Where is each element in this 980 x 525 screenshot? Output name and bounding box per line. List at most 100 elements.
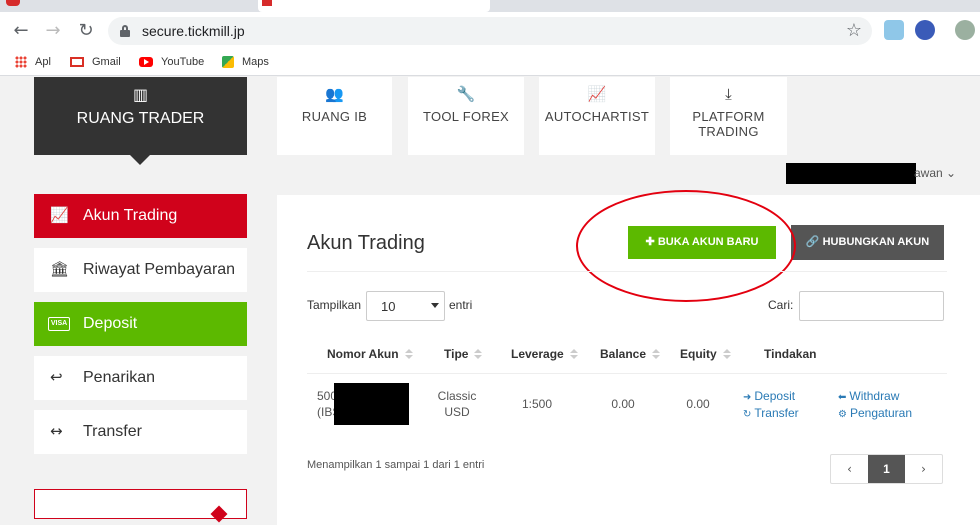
redacted-account xyxy=(334,383,409,425)
link-account-button[interactable]: 🔗 HUBUNGKAN AKUN xyxy=(791,225,944,260)
col-header-tindakan: Tindakan xyxy=(764,347,817,361)
col-header-balance[interactable]: Balance xyxy=(600,347,661,361)
nav-ruang-trader[interactable]: ▥ RUANG TRADER xyxy=(34,77,247,165)
wrench-icon: 🔧 xyxy=(456,85,476,103)
row-divider xyxy=(307,373,947,374)
page-content: ▥ RUANG TRADER 👥 RUANG IB 🔧 TOOL FOREX 📈… xyxy=(0,77,980,525)
bank-icon: 🏛 xyxy=(50,260,70,278)
browser-tab[interactable] xyxy=(258,0,490,12)
action-withdraw[interactable]: ⬅ Withdraw xyxy=(838,388,899,406)
tab-favicon xyxy=(262,0,272,6)
reply-icon: ↩ xyxy=(50,368,63,386)
current-page-button[interactable]: 1 xyxy=(868,455,905,483)
nav-platform-trading[interactable]: ⤓ PLATFORM TRADING xyxy=(670,77,787,155)
bar-chart-icon: ▥ xyxy=(132,85,149,104)
account-icon[interactable] xyxy=(915,20,935,40)
action-deposit[interactable]: ➜ Deposit xyxy=(743,388,795,406)
sidebar-item-label: Penarikan xyxy=(83,369,156,386)
nav-autochartist[interactable]: 📈 AUTOCHARTIST xyxy=(539,77,655,155)
sidebar-item-label: Deposit xyxy=(83,315,138,332)
users-icon: 👥 xyxy=(325,85,344,103)
action-transfer[interactable]: ↻ Transfer xyxy=(743,405,799,423)
search-label: Cari: xyxy=(768,298,794,312)
sidebar-item-label: Riwayat Pembayaran xyxy=(83,261,236,278)
profile-avatar[interactable] xyxy=(955,20,975,40)
maps-icon xyxy=(222,56,234,69)
arrow-right-circle-icon: ➜ xyxy=(743,392,752,403)
account-type: Classic USD xyxy=(437,389,477,419)
sidebar-item-deposit[interactable]: VISA Deposit xyxy=(34,302,247,346)
visa-card-icon: VISA xyxy=(48,317,70,331)
bookmark-maps[interactable]: Maps xyxy=(222,54,269,70)
page-size-label: Tampilkan xyxy=(307,298,362,312)
action-settings[interactable]: ⚙ Pengaturan xyxy=(838,405,912,423)
back-icon[interactable]: ← xyxy=(10,20,32,42)
sort-icon xyxy=(652,349,661,360)
gmail-icon xyxy=(70,57,84,68)
sidebar-item-label: Transfer xyxy=(83,423,142,440)
col-header-leverage[interactable]: Leverage xyxy=(511,347,578,361)
open-new-account-button[interactable]: ✚ BUKA AKUN BARU xyxy=(628,226,776,259)
search-input[interactable] xyxy=(799,291,944,321)
sidebar-item-riwayat-pembayaran[interactable]: 🏛 Riwayat Pembayaran xyxy=(34,248,247,292)
link-icon: 🔗 xyxy=(805,236,820,248)
account-equity: 0.00 xyxy=(686,397,710,411)
arrow-left-circle-icon: ⬅ xyxy=(838,392,847,403)
active-caret xyxy=(130,155,150,165)
address-bar[interactable]: secure.tickmill.jp ☆ xyxy=(108,17,872,45)
next-page-button[interactable]: › xyxy=(905,455,942,483)
bookmark-apps[interactable]: Apl xyxy=(15,54,51,70)
page-title: Akun Trading xyxy=(307,232,425,254)
gear-icon: ⚙ xyxy=(838,409,847,420)
tab-strip xyxy=(0,0,980,12)
page-size-select[interactable]: 10 xyxy=(366,291,445,321)
nav-platform-trading-label: PLATFORM TRADING xyxy=(692,109,765,139)
line-chart-icon: 📈 xyxy=(587,85,607,103)
arrows-horizontal-icon: ↔ xyxy=(50,422,63,440)
sidebar-item-akun-trading[interactable]: 📈 Akun Trading xyxy=(34,194,247,238)
sidebar-item-transfer[interactable]: ↔ Transfer xyxy=(34,410,247,454)
col-header-equity[interactable]: Equity xyxy=(680,347,731,361)
browser-toolbar: ← → ↻ secure.tickmill.jp ☆ xyxy=(0,12,980,48)
sidebar-item-penarikan[interactable]: ↩ Penarikan xyxy=(34,356,247,400)
accounts-panel: Akun Trading ✚ BUKA AKUN BARU 🔗 HUBUNGKA… xyxy=(277,190,980,525)
chevron-down-icon: ⌄ xyxy=(946,166,957,180)
sort-icon xyxy=(404,349,413,360)
nav-tool-forex[interactable]: 🔧 TOOL FOREX xyxy=(408,77,524,155)
entries-label: entri xyxy=(449,298,473,312)
bookmark-youtube[interactable]: YouTube xyxy=(139,54,204,70)
url-text: secure.tickmill.jp xyxy=(142,23,245,39)
extension-icon[interactable] xyxy=(884,20,904,40)
sort-icon xyxy=(474,349,483,360)
nav-ruang-ib-label: RUANG IB xyxy=(301,109,368,124)
nav-ruang-trader-label: RUANG TRADER xyxy=(76,110,205,127)
prev-page-button[interactable]: ‹ xyxy=(831,455,868,483)
sidebar-item-label: Akun Trading xyxy=(83,207,178,224)
user-menu[interactable]: awan ⌄ xyxy=(914,166,956,180)
account-leverage: 1:500 xyxy=(521,397,553,411)
lock-icon xyxy=(120,25,130,37)
bookmark-gmail[interactable]: Gmail xyxy=(70,54,121,70)
bookmarks-bar: Apl Gmail YouTube Maps xyxy=(0,48,980,76)
download-icon: ⤓ xyxy=(725,85,732,103)
redacted-username xyxy=(786,163,916,184)
sort-icon xyxy=(569,349,578,360)
divider xyxy=(307,271,947,272)
forward-icon[interactable]: → xyxy=(42,20,64,42)
col-header-tipe[interactable]: Tipe xyxy=(444,347,483,361)
youtube-icon xyxy=(139,57,153,68)
bookmark-star-icon[interactable]: ☆ xyxy=(846,20,862,41)
apps-grid-icon xyxy=(15,56,27,69)
pagination: ‹ 1 › xyxy=(830,454,943,484)
browser-logo xyxy=(6,0,20,6)
refresh-icon: ↻ xyxy=(743,409,752,420)
reload-icon[interactable]: ↻ xyxy=(75,20,97,42)
nav-ruang-ib[interactable]: 👥 RUANG IB xyxy=(277,77,392,155)
sidebar-promo-card[interactable] xyxy=(34,489,247,523)
nav-autochartist-label: AUTOCHARTIST xyxy=(544,109,650,124)
chart-line-icon: 📈 xyxy=(50,206,69,224)
brand-mark-icon xyxy=(210,505,228,523)
table-info: Menampilkan 1 sampai 1 dari 1 entri xyxy=(307,459,485,471)
account-balance: 0.00 xyxy=(611,397,635,411)
col-header-nomor-akun[interactable]: Nomor Akun xyxy=(327,347,413,361)
